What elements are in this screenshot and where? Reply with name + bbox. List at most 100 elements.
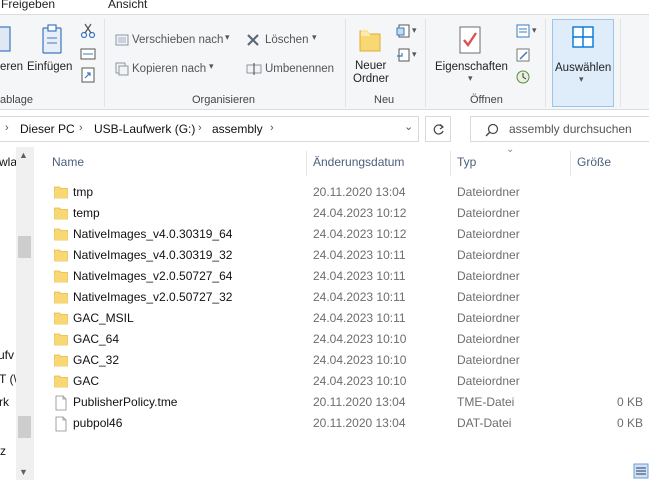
column-header-size[interactable]: Größe (577, 155, 611, 169)
file-size: 0 KB (616, 416, 643, 430)
nav-scrollbar-thumb[interactable] (18, 236, 31, 258)
file-row[interactable]: GAC 24.04.2023 10:10 Dateiordner (34, 371, 649, 392)
folder-icon (54, 186, 68, 199)
delete-button[interactable]: Löschen (265, 34, 308, 46)
file-name: temp (73, 206, 100, 220)
breadcrumb-usb-drive[interactable]: USB-Laufwerk (G:) (94, 122, 195, 136)
file-type: Dateiordner (457, 269, 520, 283)
copy-to-icon[interactable] (115, 62, 129, 76)
file-date: 20.11.2020 13:04 (313, 395, 406, 409)
file-name: GAC_32 (73, 353, 120, 367)
details-view-icon[interactable] (633, 462, 649, 480)
new-folder-icon[interactable] (358, 26, 382, 54)
file-row[interactable]: temp 24.04.2023 10:12 Dateiordner (34, 203, 649, 224)
properties-icon[interactable] (458, 25, 482, 55)
delete-icon[interactable] (246, 33, 260, 47)
tab-share[interactable]: Freigeben (1, 0, 55, 11)
open-icon[interactable] (515, 23, 531, 39)
move-to-button[interactable]: Verschieben nach (132, 34, 223, 46)
file-row[interactable]: NativeImages_v2.0.50727_32 24.04.2023 10:… (34, 287, 649, 308)
refresh-button[interactable] (425, 116, 451, 142)
nav-scrollbar-thumb[interactable] (18, 416, 31, 438)
new-folder-label-1[interactable]: Neuer (355, 60, 386, 72)
new-item-chevron-icon[interactable]: ▾ (412, 25, 417, 36)
file-name: GAC_64 (73, 332, 120, 346)
file-name: PublisherPolicy.tme (73, 395, 178, 409)
breadcrumb-chevron-icon[interactable]: › (79, 122, 83, 134)
easy-access-chevron-icon[interactable]: ▾ (412, 49, 417, 60)
scissors-icon[interactable] (80, 23, 96, 39)
scroll-up-arrow-icon[interactable]: ▲ (19, 150, 28, 160)
copy-to-chevron-icon[interactable]: ▾ (209, 61, 214, 72)
properties-chevron-icon[interactable]: ▾ (468, 73, 473, 84)
paste-shortcut-icon[interactable] (80, 67, 96, 83)
file-type: Dateiordner (457, 353, 520, 367)
copy-to-button[interactable]: Kopieren nach (132, 63, 206, 75)
easy-access-icon[interactable] (396, 47, 412, 63)
folder-icon (54, 207, 68, 220)
tab-view[interactable]: Ansicht (108, 0, 147, 11)
edit-icon[interactable] (515, 47, 531, 63)
properties-button[interactable]: Eigenschaften (435, 61, 508, 73)
breadcrumb-assembly[interactable]: assembly (212, 122, 263, 136)
nav-item-usb-drive[interactable]: ufv (0, 348, 14, 362)
new-folder-label-2[interactable]: Ordner (353, 73, 389, 85)
file-type: DAT-Datei (457, 416, 512, 430)
file-type: Dateiordner (457, 227, 520, 241)
breadcrumb-chevron-icon[interactable]: › (270, 122, 274, 134)
breadcrumb-this-pc[interactable]: Dieser PC (20, 122, 75, 136)
file-date: 24.04.2023 10:11 (313, 248, 406, 262)
file-type: Dateiordner (457, 248, 520, 262)
file-row[interactable]: GAC_MSIL 24.04.2023 10:11 Dateiordner (34, 308, 649, 329)
sort-indicator-icon: ⌄ (506, 144, 515, 155)
ribbon-tab-strip: Freigeben Ansicht (0, 0, 649, 14)
delete-chevron-icon[interactable]: ▾ (312, 32, 317, 43)
file-type: Dateiordner (457, 206, 520, 220)
file-name: NativeImages_v2.0.50727_64 (73, 269, 233, 283)
nav-item-downloads[interactable]: wla (0, 155, 17, 169)
file-row[interactable]: GAC_64 24.04.2023 10:10 Dateiordner (34, 329, 649, 350)
search-box[interactable]: assembly durchsuchen (470, 116, 649, 142)
address-history-chevron-icon[interactable]: ⌄ (404, 120, 413, 133)
file-row[interactable]: pubpol46 20.11.2020 13:04 DAT-Datei 0 KB (34, 413, 649, 434)
column-header-type[interactable]: Typ (457, 155, 476, 169)
nav-item-z[interactable]: z (0, 444, 6, 458)
folder-icon (54, 312, 68, 325)
file-date: 20.11.2020 13:04 (313, 416, 406, 430)
paste-icon[interactable] (40, 23, 64, 55)
file-row[interactable]: NativeImages_v2.0.50727_64 24.04.2023 10:… (34, 266, 649, 287)
organize-group-label: Organisieren (192, 94, 255, 106)
open-chevron-icon[interactable]: ▾ (532, 25, 537, 36)
nav-item-drive-t[interactable]: T (\ (0, 372, 17, 386)
move-to-icon[interactable] (115, 33, 129, 47)
file-row[interactable]: tmp 20.11.2020 13:04 Dateiordner (34, 182, 649, 203)
scroll-down-arrow-icon[interactable]: ▼ (19, 467, 28, 477)
copy-path-icon[interactable] (80, 47, 96, 61)
column-header-date[interactable]: Änderungsdatum (313, 155, 404, 169)
new-item-icon[interactable] (396, 23, 412, 39)
search-placeholder: assembly durchsuchen (509, 122, 632, 136)
file-row[interactable]: NativeImages_v4.0.30319_64 24.04.2023 10:… (34, 224, 649, 245)
address-bar[interactable]: › Dieser PC › USB-Laufwerk (G:) › assemb… (0, 116, 419, 142)
breadcrumb-chevron-icon[interactable]: › (198, 122, 202, 134)
rename-icon[interactable] (246, 62, 262, 76)
select-button[interactable]: Auswählen ▾ (552, 19, 614, 107)
file-row[interactable]: PublisherPolicy.tme 20.11.2020 13:04 TME-D… (34, 392, 649, 413)
nav-scrollbar[interactable]: ▲ ▼ (16, 147, 33, 480)
file-name: NativeImages_v2.0.50727_32 (73, 290, 233, 304)
cut-button-label[interactable]: eren (0, 61, 23, 73)
select-button-label: Auswählen (555, 62, 612, 74)
rename-button[interactable]: Umbenennen (265, 63, 334, 75)
search-icon (485, 123, 499, 137)
file-date: 24.04.2023 10:11 (313, 290, 406, 304)
move-to-chevron-icon[interactable]: ▾ (225, 32, 230, 43)
file-row[interactable]: NativeImages_v4.0.30319_32 24.04.2023 10:… (34, 245, 649, 266)
folder-icon (54, 270, 68, 283)
file-row[interactable]: GAC_32 24.04.2023 10:10 Dateiordner (34, 350, 649, 371)
nav-item-network[interactable]: rk (0, 395, 9, 409)
copy-icon[interactable] (0, 23, 12, 55)
history-icon[interactable] (515, 69, 531, 85)
paste-button[interactable]: Einfügen (27, 61, 72, 73)
column-header-name[interactable]: Name (52, 155, 84, 169)
file-type: Dateiordner (457, 311, 520, 325)
